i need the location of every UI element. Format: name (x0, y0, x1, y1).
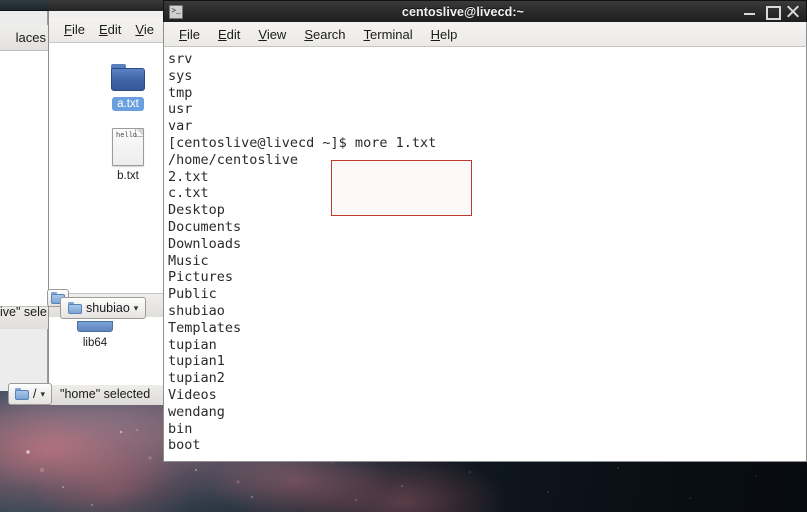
terminal-line: Videos (168, 386, 217, 403)
terminal-icon: >_ (169, 4, 183, 19)
terminal-title: centoslive@livecd:~ (401, 4, 525, 19)
file-manager-titlebar[interactable] (48, 0, 178, 11)
terminal-line: usr (168, 101, 193, 118)
file-item-label: a.txt (112, 97, 144, 111)
terminal-line: tupian1 (168, 353, 225, 370)
terminal-line: 2.txt (168, 168, 209, 185)
places-file-manager-window[interactable]: laces (0, 11, 48, 391)
minimize-icon[interactable] (743, 5, 756, 18)
menu-item-view[interactable]: View (249, 24, 295, 45)
terminal-line: [centoslive@livecd ~]$ more 1.txt (168, 134, 437, 151)
file-item-label: b.txt (117, 170, 139, 182)
terminal-line: Documents (168, 218, 242, 235)
terminal-screen[interactable]: srv sys tmp usr var [centoslive@livecd ~]$ mo… (163, 47, 807, 462)
file-item-label: lib64 (82, 337, 108, 349)
menu-item-terminal[interactable]: Terminal (355, 24, 422, 45)
terminal-line: srv (168, 51, 193, 67)
breadcrumb-label: / (33, 387, 37, 401)
file-manager-menubar[interactable]: File Edit Vie (48, 17, 178, 43)
terminal-line: Templates (168, 319, 242, 336)
document-icon: hello (112, 128, 144, 166)
terminal-line: Public (168, 286, 217, 303)
terminal-line: Desktop (168, 202, 225, 219)
menu-item-file[interactable]: File (57, 19, 92, 40)
folder-icon (77, 321, 113, 332)
bottom-location-bar[interactable]: / ▾ "home" selected (8, 383, 150, 405)
terminal-menubar[interactable]: File Edit View Search Terminal Help (163, 22, 807, 47)
menu-item-view[interactable]: Vie (128, 19, 161, 40)
terminal-line: bin (168, 420, 193, 437)
terminal-line: wendang (168, 403, 225, 420)
bottom-status-text: "home" selected (60, 387, 151, 401)
terminal-line: /home/centoslive (168, 151, 299, 168)
places-sidebar-header: laces (0, 25, 48, 51)
maximize-icon[interactable] (765, 5, 781, 20)
breadcrumb-label: shubiao (86, 301, 130, 315)
terminal-line: c.txt (168, 185, 209, 202)
folder-icon (111, 64, 145, 91)
places-sidebar-label: laces (15, 30, 46, 45)
chevron-down-icon[interactable]: ▾ (134, 303, 139, 313)
file-manager-window[interactable]: File Edit Vie a.txt hello b.txt lib64 (48, 0, 178, 405)
terminal-line: tupian2 (168, 370, 225, 387)
terminal-line: tmp (168, 84, 193, 101)
document-preview-text: hello (116, 132, 138, 140)
terminal-line: shubiao (168, 302, 225, 319)
places-sidebar-list[interactable] (0, 51, 48, 307)
terminal-line: tupian (168, 336, 217, 353)
breadcrumb-root[interactable]: / ▾ (8, 383, 53, 405)
file-manager-lower-pane[interactable]: lib64 (48, 317, 178, 385)
terminal-line: Pictures (168, 269, 234, 286)
file-manager-icon-view[interactable]: a.txt hello b.txt (48, 43, 178, 293)
window-controls[interactable] (743, 5, 806, 20)
folder-icon (15, 388, 29, 400)
menu-item-edit[interactable]: Edit (92, 19, 128, 40)
file-item-b-txt[interactable]: hello b.txt (112, 128, 144, 182)
folder-icon (68, 302, 82, 314)
terminal-line: Music (168, 252, 209, 269)
terminal-line: boot (168, 437, 201, 454)
menu-item-help[interactable]: Help (422, 24, 467, 45)
menu-item-edit[interactable]: Edit (209, 24, 249, 45)
breadcrumb-shubiao[interactable]: shubiao ▾ (60, 297, 147, 319)
file-item-a-txt[interactable]: a.txt (111, 64, 145, 111)
terminal-line: sys (168, 67, 193, 84)
terminal-line: var (168, 118, 193, 135)
file-item-lib64[interactable]: lib64 (77, 321, 113, 349)
live-selected-status-text: ive" sele (0, 305, 47, 319)
menu-item-file[interactable]: File (170, 24, 209, 45)
menu-item-search[interactable]: Search (295, 24, 354, 45)
terminal-line: Downloads (168, 235, 242, 252)
terminal-titlebar[interactable]: >_ centoslive@livecd:~ (163, 0, 807, 22)
close-icon[interactable] (787, 5, 800, 18)
terminal-window[interactable]: >_ centoslive@livecd:~ File Edit View Se… (163, 0, 807, 464)
chevron-down-icon[interactable]: ▾ (40, 389, 45, 399)
background-window-titlebar-strip[interactable] (0, 0, 48, 11)
